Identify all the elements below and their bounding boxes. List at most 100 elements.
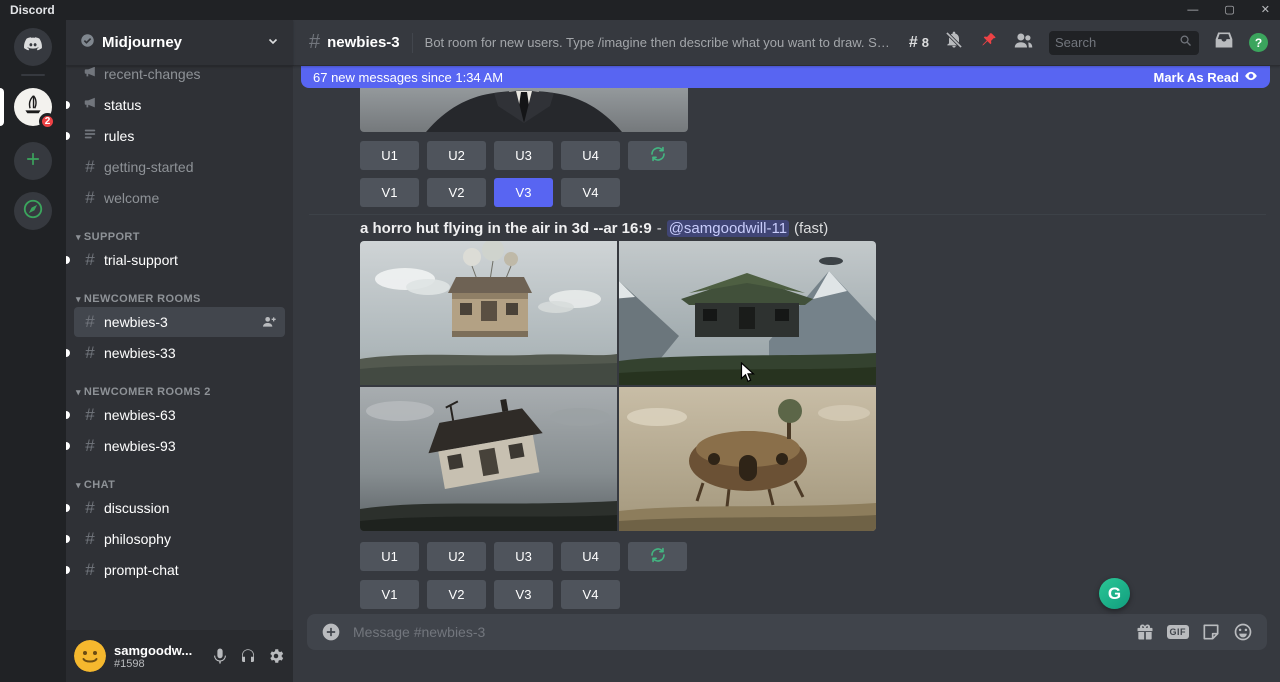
- sidebar-item-getting-started[interactable]: # getting-started: [74, 152, 285, 182]
- u4-button[interactable]: U4: [561, 141, 620, 170]
- inbox-button[interactable]: [1214, 30, 1234, 55]
- sidebar-item-status[interactable]: status: [74, 90, 285, 120]
- reroll-button[interactable]: [628, 542, 687, 571]
- user-mention[interactable]: @samgoodwill-11: [667, 220, 789, 237]
- sidebar-item-discussion[interactable]: # discussion: [74, 493, 285, 523]
- home-button[interactable]: [14, 28, 52, 66]
- headphones-button[interactable]: [239, 647, 257, 665]
- u3-button[interactable]: U3: [494, 542, 553, 571]
- threads-button[interactable]: # 8: [909, 34, 929, 52]
- channel-label: newbies-93: [104, 438, 176, 454]
- search-placeholder: Search: [1055, 35, 1178, 50]
- hash-icon: #: [82, 560, 98, 580]
- megaphone-icon: [82, 67, 98, 84]
- sidebar-item-prompt-chat[interactable]: # prompt-chat: [74, 555, 285, 585]
- message-input[interactable]: Message #newbies-3: [353, 624, 1123, 640]
- u3-button[interactable]: U3: [494, 141, 553, 170]
- attach-file-button[interactable]: [321, 622, 341, 642]
- sidebar-item-philosophy[interactable]: # philosophy: [74, 524, 285, 554]
- u2-button[interactable]: U2: [427, 141, 486, 170]
- help-button[interactable]: ?: [1249, 33, 1268, 52]
- v4-button[interactable]: V4: [561, 580, 620, 609]
- u1-button[interactable]: U1: [360, 542, 419, 571]
- new-messages-bar[interactable]: 67 new messages since 1:34 AM Mark As Re…: [301, 66, 1270, 88]
- channel-list: recent-changes status rules # getting-st…: [66, 67, 293, 630]
- mark-as-read-button[interactable]: Mark As Read: [1154, 69, 1259, 86]
- close-button[interactable]: ✕: [1261, 0, 1270, 20]
- generated-image-3[interactable]: [360, 387, 617, 531]
- upscale-row: U1 U2 U3 U4: [360, 542, 687, 571]
- category-chat[interactable]: ▾ CHAT: [74, 479, 285, 491]
- create-invite-icon[interactable]: [261, 314, 277, 330]
- u1-button[interactable]: U1: [360, 141, 419, 170]
- channel-label: rules: [104, 128, 134, 144]
- new-messages-text: 67 new messages since 1:34 AM: [313, 70, 503, 85]
- channel-topic[interactable]: Bot room for new users. Type /imagine th…: [425, 35, 897, 50]
- sidebar-item-newbies-3[interactable]: # newbies-3: [74, 307, 285, 337]
- unread-indicator: [66, 566, 70, 574]
- sidebar-item-rules[interactable]: rules: [74, 121, 285, 151]
- v1-button[interactable]: V1: [360, 178, 419, 207]
- grammarly-badge[interactable]: G: [1099, 578, 1130, 609]
- bell-slash-icon: [944, 30, 964, 55]
- image-grid-attachment[interactable]: [360, 241, 876, 531]
- server-icon-midjourney[interactable]: 2: [14, 88, 52, 126]
- v1-button[interactable]: V1: [360, 580, 419, 609]
- sticker-picker-button[interactable]: [1201, 622, 1221, 642]
- v3-button[interactable]: V3: [494, 580, 553, 609]
- server-header[interactable]: Midjourney: [66, 20, 293, 66]
- minimize-button[interactable]: —: [1187, 0, 1198, 20]
- hash-icon: #: [82, 498, 98, 518]
- upscale-row-previous: U1 U2 U3 U4: [360, 141, 687, 170]
- category-support[interactable]: ▾ SUPPORT: [74, 231, 285, 243]
- generated-image-4[interactable]: [619, 387, 876, 531]
- reroll-button[interactable]: [628, 141, 687, 170]
- u2-button[interactable]: U2: [427, 542, 486, 571]
- sidebar-item-recent-changes[interactable]: recent-changes: [74, 67, 285, 89]
- v2-button[interactable]: V2: [427, 178, 486, 207]
- inbox-icon: [1214, 30, 1234, 55]
- sidebar-item-newbies-33[interactable]: # newbies-33: [74, 338, 285, 368]
- gift-button[interactable]: [1135, 622, 1155, 642]
- u4-button[interactable]: U4: [561, 542, 620, 571]
- sidebar-item-trial-support[interactable]: # trial-support: [74, 245, 285, 275]
- header-actions: # 8 Search ?: [909, 30, 1268, 56]
- notification-settings-button[interactable]: [944, 30, 964, 55]
- hash-icon: #: [82, 343, 98, 363]
- eye-icon: [1244, 69, 1258, 86]
- v2-button[interactable]: V2: [427, 580, 486, 609]
- gif-picker-button[interactable]: GIF: [1167, 625, 1190, 639]
- sidebar-item-welcome[interactable]: # welcome: [74, 183, 285, 213]
- member-list-button[interactable]: [1013, 30, 1034, 56]
- category-newcomer-rooms-2[interactable]: ▾ NEWCOMER ROOMS 2: [74, 386, 285, 398]
- generated-image-1[interactable]: [360, 241, 617, 385]
- pinned-messages-button[interactable]: [979, 31, 998, 55]
- category-newcomer-rooms[interactable]: ▾ NEWCOMER ROOMS: [74, 293, 285, 305]
- channel-label: newbies-33: [104, 345, 176, 361]
- v3-button-selected[interactable]: V3: [494, 178, 553, 207]
- channel-label: prompt-chat: [104, 562, 179, 578]
- search-input[interactable]: Search: [1049, 31, 1199, 55]
- search-icon: [1178, 33, 1193, 53]
- v4-button[interactable]: V4: [561, 178, 620, 207]
- mic-button[interactable]: [211, 647, 229, 665]
- message-prompt-line: a horro hut flying in the air in 3d --ar…: [360, 220, 1260, 237]
- channel-label: discussion: [104, 500, 169, 516]
- discord-window: Discord — ▢ ✕ 2: [0, 0, 1280, 682]
- maximize-button[interactable]: ▢: [1224, 0, 1234, 20]
- add-server-button[interactable]: [14, 142, 52, 180]
- settings-gear-button[interactable]: [267, 647, 285, 665]
- explore-servers-button[interactable]: [14, 192, 52, 230]
- previous-image-attachment[interactable]: [360, 88, 688, 132]
- hash-icon: #: [82, 312, 98, 332]
- emoji-picker-button[interactable]: [1233, 622, 1253, 642]
- hash-icon: #: [82, 529, 98, 549]
- generated-image-2[interactable]: [619, 241, 876, 385]
- sidebar-item-newbies-63[interactable]: # newbies-63: [74, 400, 285, 430]
- message-composer[interactable]: Message #newbies-3 GIF: [307, 614, 1267, 650]
- variation-row-previous: V1 V2 V3 V4: [360, 178, 620, 207]
- username[interactable]: samgoodw...: [114, 643, 203, 658]
- generation-mode: (fast): [794, 220, 828, 237]
- sidebar-item-newbies-93[interactable]: # newbies-93: [74, 431, 285, 461]
- user-avatar[interactable]: [74, 640, 106, 672]
